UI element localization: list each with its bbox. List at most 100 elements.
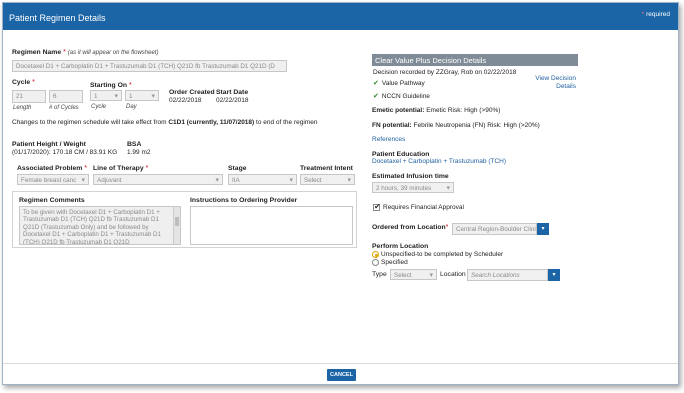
regimen-name-label-row: Regimen Name * (as it will appear on the…	[12, 49, 158, 56]
decision-recorded-text: Decision recorded by ZZGray, Rob on 02/2…	[373, 69, 517, 76]
schedule-notice-post: to end of the regimen	[254, 119, 318, 126]
decision-item-value-pathway: ✔ Value Pathway	[373, 79, 425, 87]
regimen-name-hint: (as it will appear on the flowsheet)	[67, 50, 159, 56]
references-link[interactable]: References	[372, 136, 405, 143]
radio-unspecified[interactable]	[372, 251, 379, 258]
associated-problem-select[interactable]: Female breast canc	[17, 174, 89, 185]
perform-option-unspecified[interactable]: Unspecified-to be completed by Scheduler	[372, 251, 503, 258]
num-cycles-sublabel: # of Cycles	[49, 105, 79, 111]
fn-potential-label: FN potential:	[372, 122, 412, 129]
checkmark-icon: ✔	[373, 93, 379, 100]
bsa-label: BSA	[127, 141, 142, 148]
associated-problem-label: Associated Problem	[17, 165, 83, 172]
patient-education-label: Patient Education	[372, 151, 430, 158]
view-decision-details-link[interactable]: View Decision Details	[534, 75, 576, 91]
required-note-text: required	[646, 11, 670, 18]
type-select[interactable]: Select	[390, 269, 437, 280]
regimen-comments-label: Regimen Comments	[19, 197, 85, 204]
start-cycle-select[interactable]: 1	[90, 90, 122, 101]
ordered-from-dropdown-button[interactable]: ▾	[537, 223, 549, 235]
required-star-icon: *	[445, 224, 449, 231]
start-cycle-sublabel: Cycle	[91, 104, 107, 110]
infusion-time-select[interactable]: 2 hours, 39 minutes	[372, 182, 454, 193]
regimen-comments-textarea[interactable]: To be given with Docetaxel D1 + Carbopla…	[19, 206, 181, 245]
line-of-therapy-label-row: Line of Therapy *	[93, 165, 148, 172]
perform-option-unspecified-label: Unspecified-to be completed by Scheduler	[381, 251, 504, 259]
patient-regimen-dialog: Patient Regimen Details * required Regime…	[2, 2, 679, 385]
type-label: Type	[372, 271, 387, 278]
start-date-label: Start Date	[216, 89, 249, 96]
chevron-down-icon: ▾	[541, 226, 545, 232]
financial-approval-checkbox[interactable]	[373, 202, 381, 211]
dialog-title: Patient Regimen Details	[9, 13, 106, 23]
required-star-icon: *	[145, 165, 149, 172]
ordered-from-field[interactable]: Central Region-Boulder Clini	[452, 223, 537, 235]
decision-item-label: NCCN Guideline	[381, 93, 430, 100]
emetic-potential-label: Emetic potential:	[372, 107, 425, 114]
decision-details-header: Clear Value Plus Decision Details	[372, 54, 578, 66]
start-day-sublabel: Day	[126, 104, 137, 110]
stage-select[interactable]: IIA	[228, 174, 297, 185]
footer-divider	[3, 363, 678, 364]
cycle-length-field[interactable]: 21	[12, 90, 46, 103]
perform-option-specified[interactable]: Specified	[372, 259, 408, 266]
cycle-label-row: Cycle *	[12, 79, 35, 86]
cycle-count-field[interactable]: 6	[49, 90, 83, 103]
starting-on-label: Starting On	[90, 82, 128, 89]
instructions-textarea[interactable]	[190, 206, 353, 245]
regimen-name-label: Regimen Name	[12, 49, 62, 56]
associated-problem-label-row: Associated Problem *	[17, 165, 87, 172]
required-star-icon: *	[84, 165, 88, 172]
ordered-from-label-row: Ordered from Location*	[372, 224, 448, 231]
perform-option-specified-label: Specified	[381, 259, 408, 267]
treatment-intent-select[interactable]: Select	[300, 174, 355, 185]
comments-scrollbar[interactable]	[173, 207, 180, 244]
patient-education-link[interactable]: Docetaxel + Carboplatin + Trastuzumab (T…	[372, 158, 506, 165]
regimen-name-field[interactable]: Docetaxel D1 + Carboplatin D1 + Trastuzu…	[12, 60, 287, 72]
required-star-icon: *	[63, 49, 66, 56]
financial-approval-label: Requires Financial Approval	[383, 204, 464, 212]
height-weight-label: Patient Height / Weight	[12, 141, 86, 148]
view-decision-text-2: Details	[556, 83, 576, 90]
fn-potential-row: FN potential: Febrile Neutropenia (FN) R…	[372, 122, 540, 129]
instructions-label: Instructions to Ordering Provider	[190, 197, 298, 204]
view-decision-text-1: View Decision	[535, 75, 576, 82]
chevron-down-icon: ▾	[552, 272, 556, 278]
location-label: Location	[440, 271, 466, 278]
ordered-from-label: Ordered from Location	[372, 224, 446, 231]
regimen-comments-text: To be given with Docetaxel D1 + Carbopla…	[23, 209, 161, 245]
required-star-icon: *	[128, 82, 132, 89]
order-created-label: Order Created	[169, 89, 215, 96]
stage-label: Stage	[228, 165, 247, 172]
required-note: * required	[642, 11, 670, 18]
comments-panel: Regimen Comments Instructions to Orderin…	[12, 191, 357, 248]
infusion-time-label: Estimated Infusion time	[372, 173, 449, 180]
bsa-value: 1.99 m2	[127, 149, 151, 156]
cancel-button[interactable]: CANCEL	[327, 369, 356, 381]
start-date-value: 02/22/2018	[216, 97, 249, 104]
decision-item-label: Value Pathway	[381, 80, 425, 87]
emetic-potential-row: Emetic potential: Emetic Risk: High (>90…	[372, 107, 500, 114]
scrollbar-thumb[interactable]	[175, 217, 179, 226]
starting-on-label-row: Starting On *	[90, 82, 132, 89]
schedule-notice-bold: C1D1 (currently, 11/07/2018)	[168, 119, 255, 126]
decision-item-nccn: ✔ NCCN Guideline	[373, 92, 430, 100]
location-dropdown-button[interactable]: ▾	[548, 269, 560, 281]
line-of-therapy-label: Line of Therapy	[93, 165, 144, 172]
radio-specified[interactable]	[372, 259, 379, 266]
treatment-intent-label: Treatment Intent	[300, 165, 353, 172]
schedule-notice-pre: Changes to the regimen schedule will tak…	[12, 119, 169, 126]
financial-approval-row[interactable]: Requires Financial Approval	[373, 202, 464, 212]
emetic-potential-value: Emetic Risk: High (>90%)	[426, 107, 501, 114]
location-search-input[interactable]: Search Locations	[467, 269, 548, 281]
dialog-titlebar: Patient Regimen Details * required	[3, 3, 678, 30]
start-day-select[interactable]: 1	[125, 90, 159, 101]
cycle-label: Cycle	[12, 79, 31, 86]
length-sublabel: Length	[13, 105, 32, 111]
line-of-therapy-select[interactable]: Adjuvant	[93, 174, 223, 185]
perform-location-label: Perform Location	[372, 243, 429, 250]
schedule-notice: Changes to the regimen schedule will tak…	[12, 119, 317, 126]
order-created-value: 02/22/2018	[169, 97, 202, 104]
height-weight-value: (01/17/2020): 170.18 CM / 83.91 KG	[12, 149, 118, 156]
required-star-icon: *	[641, 11, 645, 18]
